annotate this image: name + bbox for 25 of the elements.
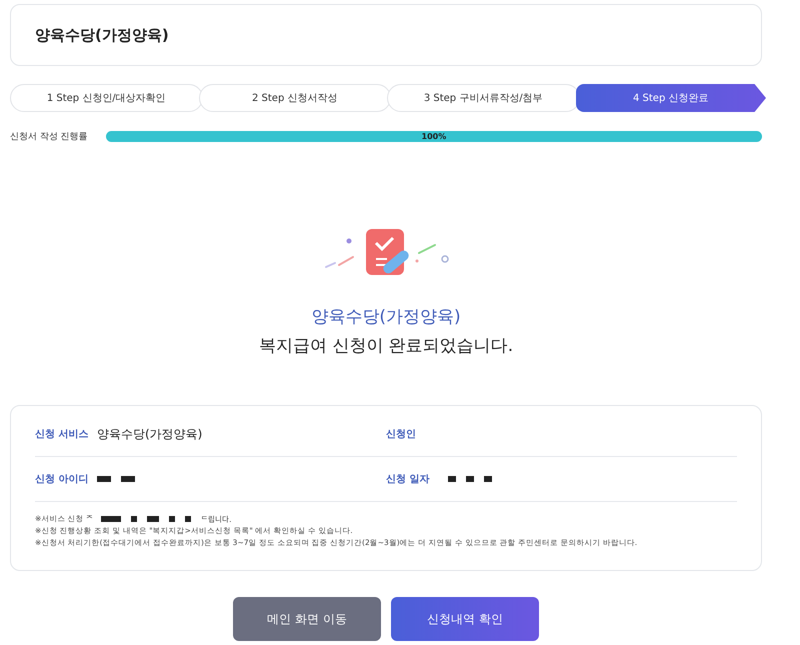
redaction-mark xyxy=(448,476,456,482)
main-button[interactable]: 메인 화면 이동 xyxy=(233,597,381,641)
redaction-mark xyxy=(466,476,474,482)
redaction-mark xyxy=(185,516,192,522)
redaction-mark xyxy=(484,476,492,482)
redaction-mark xyxy=(169,516,176,522)
redaction-mark xyxy=(101,516,122,522)
redaction-mark xyxy=(97,476,111,482)
field-label: 신청 일자 xyxy=(386,473,430,486)
step-tab[interactable]: 2 Step 신청서작성 xyxy=(198,84,391,112)
progress-label: 신청서 작성 진행률 xyxy=(10,131,88,143)
redaction-mark xyxy=(147,516,160,522)
confirm-button[interactable]: 신청내역 확인 xyxy=(391,597,539,641)
service-name: 양육수당(가정양육) xyxy=(311,306,461,328)
field-label: 신청인 xyxy=(386,428,417,441)
field-label: 신청 서비스 xyxy=(35,428,90,441)
step-tab[interactable]: 4 Step 신청완료 xyxy=(576,84,766,112)
redaction-mark xyxy=(131,516,138,522)
field-value: 양육수당(가정양육) xyxy=(97,426,202,442)
progress-reading: 100% xyxy=(422,131,446,142)
step-tab[interactable]: 1 Step 신청인/대상자확인 xyxy=(10,84,202,112)
field-label: 신청 아이디 xyxy=(35,473,90,486)
completion-message: 복지급여 신청이 완료되었습니다. xyxy=(258,335,514,357)
page-title: 양육수당(가정양육) xyxy=(35,26,169,44)
redaction-mark xyxy=(121,476,135,482)
